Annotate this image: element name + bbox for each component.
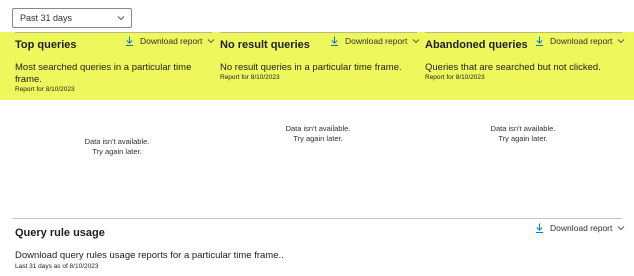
chevron-down-icon [618, 39, 625, 44]
empty-retry-hint: Try again later. [293, 134, 343, 143]
download-report-label: Download report [140, 36, 203, 46]
top-queries-card: Top queries Download report Most searche… [15, 32, 215, 100]
card-description: Most searched queries in a particular ti… [15, 62, 192, 85]
no-result-queries-card: No result queries Download report No res… [220, 32, 420, 100]
download-icon [536, 223, 543, 233]
card-title: Top queries [15, 39, 77, 51]
download-report-label: Download report [550, 36, 613, 46]
chevron-down-icon [208, 39, 215, 44]
download-report-label: Download report [550, 223, 613, 233]
time-range-value: Past 31 days [20, 13, 73, 23]
report-date: Report for 8/10/2023 [425, 74, 485, 81]
download-report-button[interactable]: Download report [125, 36, 215, 46]
abandoned-queries-card: Abandoned queries Download report Querie… [425, 32, 625, 100]
empty-state: Data isn't available. Try again later. [57, 137, 177, 157]
card-description: No result queries in a particular time f… [220, 62, 402, 73]
empty-retry-hint: Try again later. [498, 134, 548, 143]
report-date: Report for 8/10/2023 [220, 74, 280, 81]
query-rule-description: Download query rules usage reports for a… [15, 250, 284, 261]
report-date: Report for 8/10/2023 [15, 86, 75, 93]
divider [15, 32, 212, 33]
empty-message: Data isn't available. [84, 137, 150, 146]
card-title: No result queries [220, 39, 310, 51]
download-report-button[interactable]: Download report [535, 36, 625, 46]
divider [425, 32, 622, 33]
query-rule-title: Query rule usage [15, 227, 105, 239]
download-report-button[interactable]: Download report [535, 223, 625, 233]
divider [220, 32, 417, 33]
query-rule-date: Last 31 days as of 8/10/2023 [15, 263, 99, 270]
empty-retry-hint: Try again later. [92, 147, 142, 156]
download-icon [331, 36, 338, 46]
empty-message: Data isn't available. [490, 124, 556, 133]
chevron-down-icon [413, 39, 420, 44]
download-report-button[interactable]: Download report [330, 36, 420, 46]
chevron-down-icon [117, 16, 125, 21]
empty-state: Data isn't available. Try again later. [258, 124, 378, 144]
chevron-down-icon [618, 226, 625, 231]
time-range-dropdown[interactable]: Past 31 days [12, 8, 132, 28]
card-description: Queries that are searched but not clicke… [425, 62, 601, 73]
card-title: Abandoned queries [425, 39, 528, 51]
empty-state: Data isn't available. Try again later. [463, 124, 583, 144]
section-divider [12, 218, 622, 219]
download-icon [536, 36, 543, 46]
download-icon [126, 36, 133, 46]
empty-message: Data isn't available. [285, 124, 351, 133]
download-report-label: Download report [345, 36, 408, 46]
